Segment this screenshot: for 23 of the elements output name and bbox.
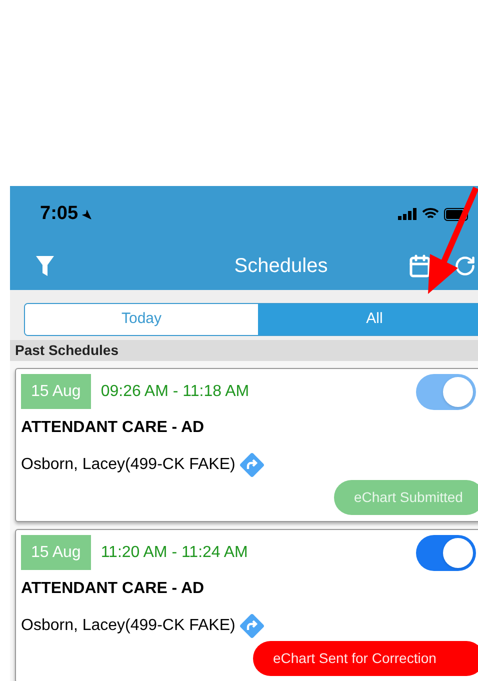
time-range: 09:26 AM - 11:18 AM: [100, 382, 250, 402]
battery-icon: [444, 208, 470, 220]
calendar-icon[interactable]: [408, 254, 432, 278]
page-title: Schedules: [234, 254, 328, 279]
date-badge: 15 Aug: [21, 535, 91, 570]
signal-icon: [398, 208, 417, 220]
time-range: 11:20 AM - 11:24 AM: [100, 542, 248, 562]
service-name: ATTENDANT CARE - AD: [21, 418, 206, 438]
filter-icon[interactable]: [36, 256, 54, 276]
client-name: Osborn, Lacey(499-CK FAKE): [21, 616, 236, 636]
section-header: Past Schedules: [15, 341, 118, 360]
segment-tab[interactable]: Today: [25, 304, 258, 335]
status-button[interactable]: eChart Sent for Correction: [253, 641, 478, 676]
segment-tab[interactable]: All: [258, 304, 478, 335]
service-name: ATTENDANT CARE - AD: [21, 579, 206, 599]
schedule-card[interactable]: 15 Aug 11:20 AM - 11:24 AM ATTENDANT CARE - AD Osborn, Lacey(499-CK FAKE) eChart Sent for Correction: [15, 529, 478, 681]
toggle-switch[interactable]: [416, 535, 476, 571]
client-name: Osborn, Lacey(499-CK FAKE): [21, 455, 236, 475]
location-icon: [81, 208, 92, 220]
date-badge: 15 Aug: [21, 374, 91, 409]
status-time: 7:05: [40, 202, 78, 226]
refresh-icon[interactable]: [454, 255, 476, 277]
wifi-icon: [422, 208, 439, 220]
